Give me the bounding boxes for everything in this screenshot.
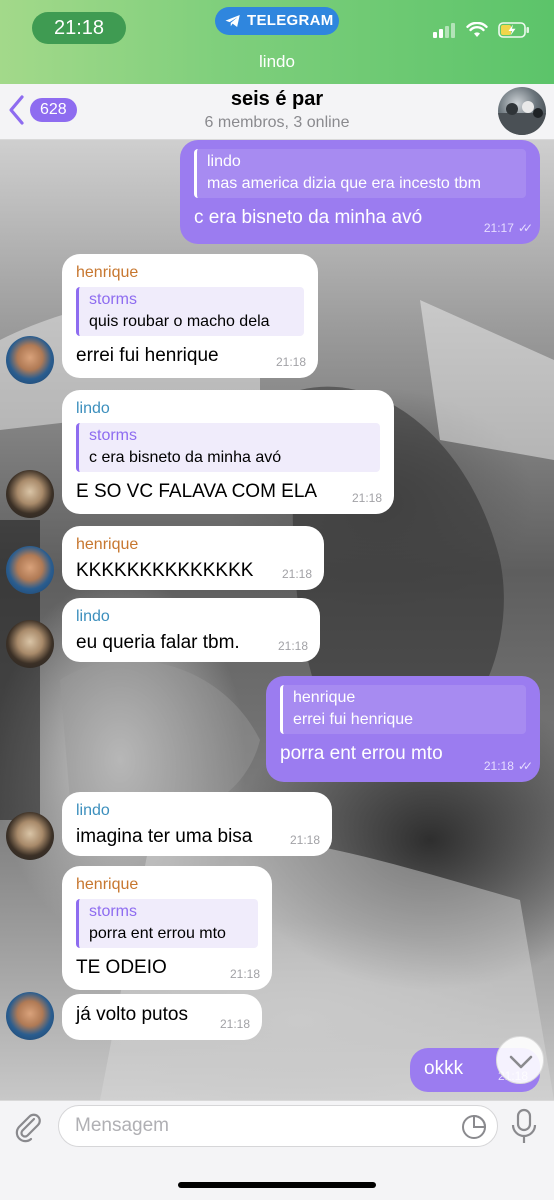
chat-area[interactable]: lindo mas america dizia que era incesto … [0,140,554,1100]
message-time: 21:18 [351,491,382,505]
message-time: 21:17 ✓✓ [483,221,533,235]
status-chat-name: lindo [259,52,295,71]
reply-author: storms [89,291,137,308]
reply-text: c era bisneto da minha avó [89,449,282,466]
message-field[interactable] [58,1105,498,1147]
reply-author: storms [89,427,137,444]
message-text: c era bisneto da minha avó [194,207,423,228]
status-bar: 21:18 TELEGRAM lindo [0,0,554,84]
message-time: 21:18 ✓✓ [483,759,533,773]
reply-quote[interactable]: storms quis roubar o macho dela [76,287,304,336]
status-icons [432,22,530,38]
reply-author: storms [89,903,137,920]
message-time: 21:18 [289,833,320,847]
avatar-lindo[interactable] [6,470,54,518]
read-ticks-icon: ✓✓ [517,221,533,235]
mic-icon[interactable] [510,1107,538,1147]
message-time: 21:18 [277,639,308,653]
reply-text: porra ent errou mto [89,925,226,942]
reply-text: errei fui henrique [293,711,414,728]
avatar-henrique[interactable] [6,992,54,1040]
reply-text: quis roubar o macho dela [89,313,270,330]
reply-quote[interactable]: henrique errei fui henrique [280,685,526,734]
group-photo [498,101,546,135]
avatar-lindo[interactable] [6,812,54,860]
message-input[interactable] [75,1106,445,1146]
home-indicator[interactable] [178,1182,376,1188]
chevron-down-icon [509,1055,533,1069]
message-text: E SO VC FALAVA COM ELA [76,481,318,502]
message-bubble-incoming[interactable]: henrique storms porra ent errou mto TE O… [62,866,272,990]
message-text: eu queria falar tbm. [76,632,240,653]
message-bubble-incoming[interactable]: henrique KKKKKKKKKKKKKK 21:18 [62,526,324,590]
reply-quote[interactable]: lindo mas america dizia que era incesto … [194,149,526,198]
sender-name[interactable]: lindo [76,607,306,627]
message-text: errei fui henrique [76,345,219,366]
sender-name[interactable]: henrique [76,263,304,283]
group-avatar[interactable] [498,87,546,135]
signal-icon [433,23,455,38]
scroll-to-bottom-button[interactable] [496,1036,544,1084]
message-bubble-incoming[interactable]: já volto putos 21:18 [62,994,262,1040]
telegram-return-pill[interactable]: TELEGRAM [215,7,339,35]
message-time: 21:18 [229,967,260,981]
message-bubble-incoming[interactable]: henrique storms quis roubar o macho dela… [62,254,318,378]
sender-name[interactable]: lindo [76,801,318,821]
sender-name[interactable]: henrique [76,535,310,555]
avatar-henrique[interactable] [6,546,54,594]
sender-name[interactable]: lindo [76,399,380,419]
message-bubble-outgoing[interactable]: henrique errei fui henrique porra ent er… [266,676,540,782]
message-bubble-outgoing[interactable]: lindo mas america dizia que era incesto … [180,140,540,244]
chat-header: 628 seis é par 6 membros, 3 online [0,84,554,140]
message-bubble-incoming[interactable]: lindo storms c era bisneto da minha avó … [62,390,394,514]
telegram-pill-label: TELEGRAM [247,12,334,29]
message-bubble-incoming[interactable]: lindo imagina ter uma bisa 21:18 [62,792,332,856]
reply-author: henrique [293,689,356,706]
avatar-lindo[interactable] [6,620,54,668]
sender-name[interactable]: henrique [76,875,258,895]
read-ticks-icon: ✓✓ [517,759,533,773]
telegram-icon [225,15,240,27]
wifi-icon [466,22,488,37]
battery-icon [498,22,529,38]
chat-title[interactable]: seis é par [0,88,554,111]
reply-quote[interactable]: storms porra ent errou mto [76,899,258,948]
message-time: 21:18 [219,1017,250,1031]
reply-text: mas america dizia que era incesto tbm [207,175,481,192]
reply-author: lindo [207,153,241,170]
status-time: 21:18 [32,12,126,44]
chat-members: 6 membros, 3 online [204,114,350,131]
attach-icon[interactable] [10,1109,46,1145]
message-text: KKKKKKKKKKKKKK [76,560,254,581]
reply-quote[interactable]: storms c era bisneto da minha avó [76,423,380,472]
avatar-henrique[interactable] [6,336,54,384]
message-time: 21:18 [275,355,306,369]
message-time: 21:18 [281,567,312,581]
message-bubble-incoming[interactable]: lindo eu queria falar tbm. 21:18 [62,598,320,662]
sticker-icon[interactable] [461,1114,487,1140]
message-text: imagina ter uma bisa [76,826,253,847]
